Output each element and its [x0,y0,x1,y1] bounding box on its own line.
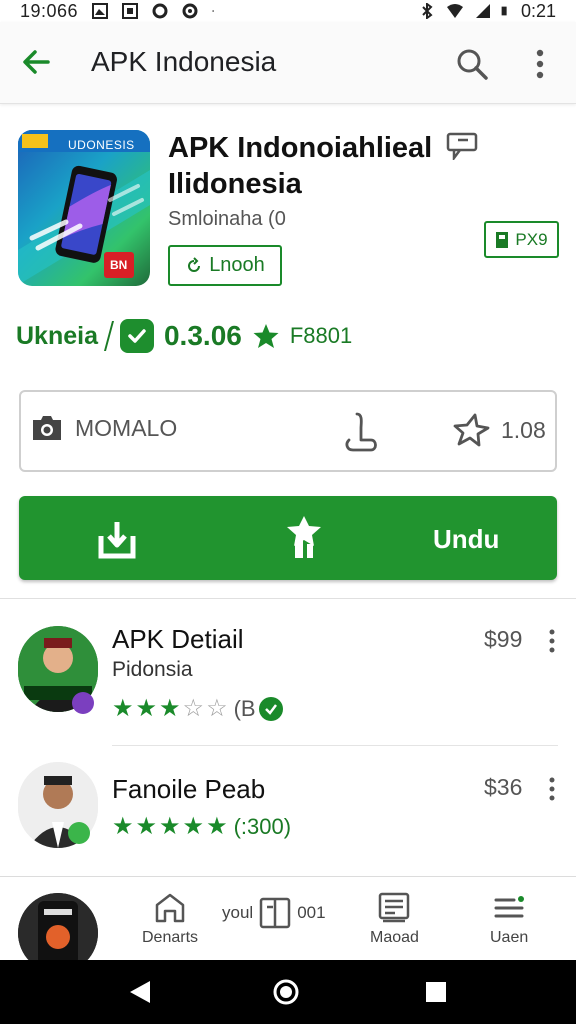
page-title: APK Indonesia [91,46,277,77]
list-divider [112,745,558,746]
home-circle-icon[interactable] [272,978,300,1006]
app-developer[interactable]: Smloinaha (0 [168,208,286,231]
download-icon [98,522,136,559]
nav-mid-left: youl [222,903,254,922]
list-item-title: APK Detiail [112,624,244,654]
app-icon: UDONESIS BN [18,130,150,286]
app-bar: APK Indonesia [0,22,576,104]
status-bar: 19:066 0:21 [0,0,576,22]
rating-row: Ukneia 0.3.06 F8801 [16,316,352,356]
status-time-right: 0:21 [520,0,556,21]
info-card: MOMALO 1.08 [19,390,557,472]
star-rating: ★ ★ ★ ★ ★ (:300) [112,812,291,841]
badge-icon [258,696,283,721]
dot-icon [212,10,214,12]
nav-label: Uaen [490,929,529,946]
size-tag: PX9 [484,221,559,258]
app-icon-text: UDONESIS [68,138,135,152]
feedback-icon [446,132,478,160]
avatar-badge [68,822,90,844]
section-divider [0,598,576,599]
download-button-label: Undu [433,524,500,554]
thumb-icon[interactable] [339,410,383,454]
more-vert-icon [536,49,544,79]
list-item-title: Fanoile Peab [112,774,266,804]
nav-item-maoad[interactable]: Maoad [370,891,419,947]
star-rating: ★ ★ ★ ☆ ☆ (B [112,694,284,723]
nav-label: Denarts [142,929,199,946]
record-icon [182,3,198,19]
more-vert-icon[interactable] [546,628,558,654]
nav-item-library[interactable]: youl 001 [222,897,326,929]
install-tag-label: Lnooh [209,254,265,276]
star-icon: ★ [112,695,134,722]
back-icon[interactable] [126,978,154,1006]
list-icon [379,892,410,923]
refresh-icon [188,256,201,272]
star-empty-icon: ☆ [206,695,228,722]
wifi-icon [446,4,463,18]
list-item[interactable]: Fanoile Peab ★ ★ ★ ★ ★ (:300) $36 [0,760,576,860]
app-icon-art [18,130,150,285]
info-right[interactable]: 1.08 [453,412,546,448]
verified-icon [119,319,154,353]
nav-item-uaen[interactable]: Uaen [490,891,528,947]
star-half-icon: ★ [159,695,181,722]
gallery-icon [122,3,139,19]
star-icon: ★ [112,813,134,840]
battery-icon [501,6,507,16]
star-icon: ★ [135,813,158,840]
divider [103,321,115,351]
bluetooth-icon [422,3,433,19]
recents-icon[interactable] [422,978,450,1006]
menu-icon [494,896,525,918]
more-vert-icon[interactable] [546,776,558,802]
star-icon: ★ [159,813,181,840]
home-icon [155,893,185,923]
download-button[interactable]: Undu [19,496,557,580]
nav-mid-right: 001 [297,903,326,922]
back-button[interactable] [18,44,54,80]
bottom-nav: Denarts youl 001 Maoad Uaen [0,876,576,973]
overflow-menu-button[interactable] [524,44,556,84]
app-icon-badge: BN [110,258,128,272]
list-item-subtitle: Pidonsia [112,658,193,681]
camera-icon [33,416,61,440]
list-item-price: $36 [484,774,523,800]
status-time: 19:066 [20,0,79,21]
install-icon [287,516,321,558]
list-item-price: $99 [484,626,523,652]
rating-count: (B [233,695,256,721]
rating-extra: F8801 [289,323,353,348]
file-icon [496,231,509,248]
star-icon [253,324,279,348]
version-number: 0.3.06 [163,320,242,351]
rating-label: Ukneia [16,321,98,350]
star-icon: ★ [206,813,228,840]
system-nav-bar [0,960,576,1024]
install-tag[interactable]: Lnooh [168,245,282,286]
avatar-badge [72,692,94,714]
list-item[interactable]: APK Detiail Pidonsia ★ ★ ★ ☆ ☆ (B $99 [0,620,576,732]
ring-icon [152,3,168,19]
nav-label: Maoad [370,929,419,946]
signal-icon [475,4,490,18]
size-tag-label: PX9 [515,229,548,249]
star-icon: ★ [135,695,158,722]
photo-icon [92,3,109,19]
nav-item-denarts[interactable]: Denarts [142,891,198,947]
arrow-left-icon [23,50,50,74]
book-icon [259,897,291,929]
rating-count: (:300) [233,813,292,839]
star-empty-icon: ☆ [182,695,205,722]
info-left[interactable]: MOMALO [31,414,177,442]
star-outline-icon [453,413,490,447]
star-icon: ★ [182,813,205,840]
info-left-label: MOMALO [75,414,178,441]
search-icon [457,49,488,80]
info-rating: 1.08 [501,416,546,443]
search-button[interactable] [452,44,492,84]
